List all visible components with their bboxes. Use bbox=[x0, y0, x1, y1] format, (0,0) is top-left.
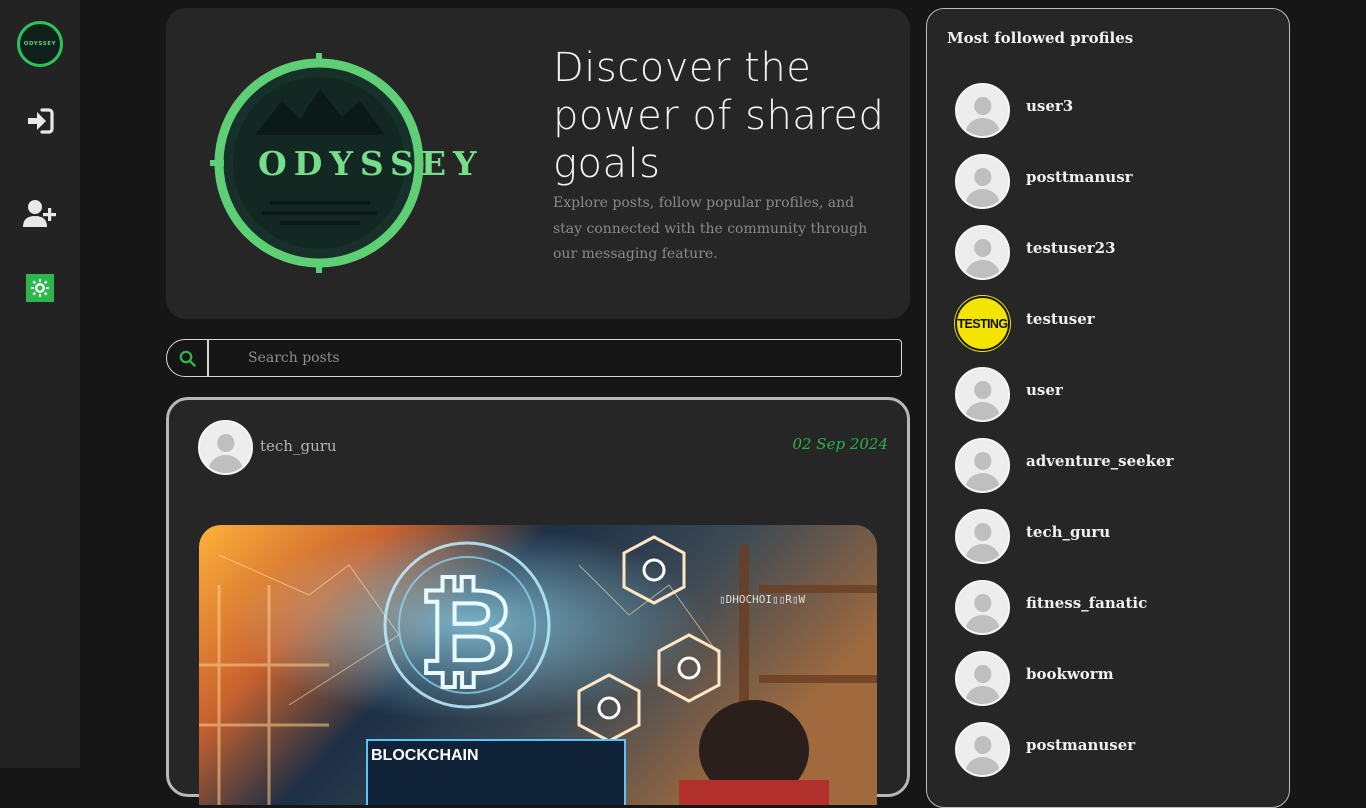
profile-item[interactable]: tech_guru bbox=[955, 501, 1275, 572]
panel-title: Most followed profiles bbox=[947, 29, 1134, 47]
profile-avatar-testing: TESTING bbox=[955, 296, 1010, 351]
profile-name[interactable]: user3 bbox=[1026, 97, 1073, 115]
profile-avatar bbox=[955, 509, 1010, 564]
post-author-name[interactable]: tech_guru bbox=[260, 437, 337, 455]
profile-avatar bbox=[955, 438, 1010, 493]
profile-name[interactable]: adventure_seeker bbox=[1026, 452, 1174, 470]
profile-name[interactable]: user bbox=[1026, 381, 1063, 399]
hero-logo-text: ODYSSEY bbox=[258, 144, 484, 183]
profile-name[interactable]: posttmanusr bbox=[1026, 168, 1133, 186]
theme-toggle-button[interactable] bbox=[26, 274, 54, 302]
profile-item[interactable]: TESTING testuser bbox=[955, 288, 1275, 359]
profile-avatar bbox=[955, 651, 1010, 706]
search-button[interactable] bbox=[166, 339, 208, 377]
most-followed-panel: Most followed profiles user3 posttmanusr… bbox=[926, 8, 1290, 808]
profile-name[interactable]: postmanuser bbox=[1026, 736, 1135, 754]
profile-list: user3 posttmanusr testuser23 TESTING tes… bbox=[955, 75, 1275, 785]
search-icon bbox=[179, 350, 196, 367]
profile-item[interactable]: user bbox=[955, 359, 1275, 430]
profile-item[interactable]: postmanuser bbox=[955, 714, 1275, 785]
profile-name[interactable]: tech_guru bbox=[1026, 523, 1110, 541]
hero-description: Explore posts, follow popular profiles, … bbox=[553, 195, 868, 262]
search-input[interactable] bbox=[208, 339, 902, 377]
profile-item[interactable]: testuser23 bbox=[955, 217, 1275, 288]
profile-item[interactable]: posttmanusr bbox=[955, 146, 1275, 217]
login-icon[interactable] bbox=[22, 103, 58, 139]
profile-avatar bbox=[955, 722, 1010, 777]
profile-name[interactable]: testuser23 bbox=[1026, 239, 1116, 257]
profile-avatar bbox=[955, 225, 1010, 280]
post-date: 02 Sep 2024 bbox=[792, 435, 888, 453]
profile-name[interactable]: testuser bbox=[1026, 310, 1095, 328]
testing-avatar-text: TESTING bbox=[957, 316, 1009, 331]
profile-name[interactable]: fitness_fanatic bbox=[1026, 594, 1147, 612]
profile-avatar bbox=[955, 367, 1010, 422]
profile-item[interactable]: user3 bbox=[955, 75, 1275, 146]
theme-toggle-icon bbox=[31, 279, 49, 297]
svg-text:▯DHOCHOI▯▯R▯W: ▯DHOCHOI▯▯R▯W bbox=[719, 593, 805, 606]
sidebar: ODYSSEY bbox=[0, 0, 80, 768]
sidebar-logo-text: ODYSSEY bbox=[23, 41, 57, 47]
hero-banner: ODYSSEY Discover the power of shared goa… bbox=[166, 8, 910, 319]
sidebar-logo[interactable]: ODYSSEY bbox=[17, 21, 63, 67]
post-card[interactable]: tech_guru 02 Sep 2024 ₿ ▯DHOCHOI▯▯R▯W BL… bbox=[166, 397, 910, 805]
odyssey-logo: ODYSSEY bbox=[210, 53, 510, 273]
post-image-label: BLOCKCHAIN bbox=[371, 747, 479, 764]
svg-text:₿: ₿ bbox=[418, 563, 516, 702]
profile-name[interactable]: bookworm bbox=[1026, 665, 1114, 683]
profile-avatar bbox=[955, 83, 1010, 138]
profile-item[interactable]: adventure_seeker bbox=[955, 430, 1275, 501]
profile-avatar bbox=[955, 580, 1010, 635]
profile-avatar bbox=[955, 154, 1010, 209]
hero-title: Discover the power of shared goals bbox=[553, 45, 885, 187]
post-author-avatar[interactable] bbox=[198, 420, 253, 475]
add-user-icon[interactable] bbox=[22, 196, 58, 232]
profile-item[interactable]: bookworm bbox=[955, 643, 1275, 714]
profile-item[interactable]: fitness_fanatic bbox=[955, 572, 1275, 643]
post-image[interactable]: ₿ ▯DHOCHOI▯▯R▯W BLOCKCHAIN bbox=[199, 525, 877, 805]
